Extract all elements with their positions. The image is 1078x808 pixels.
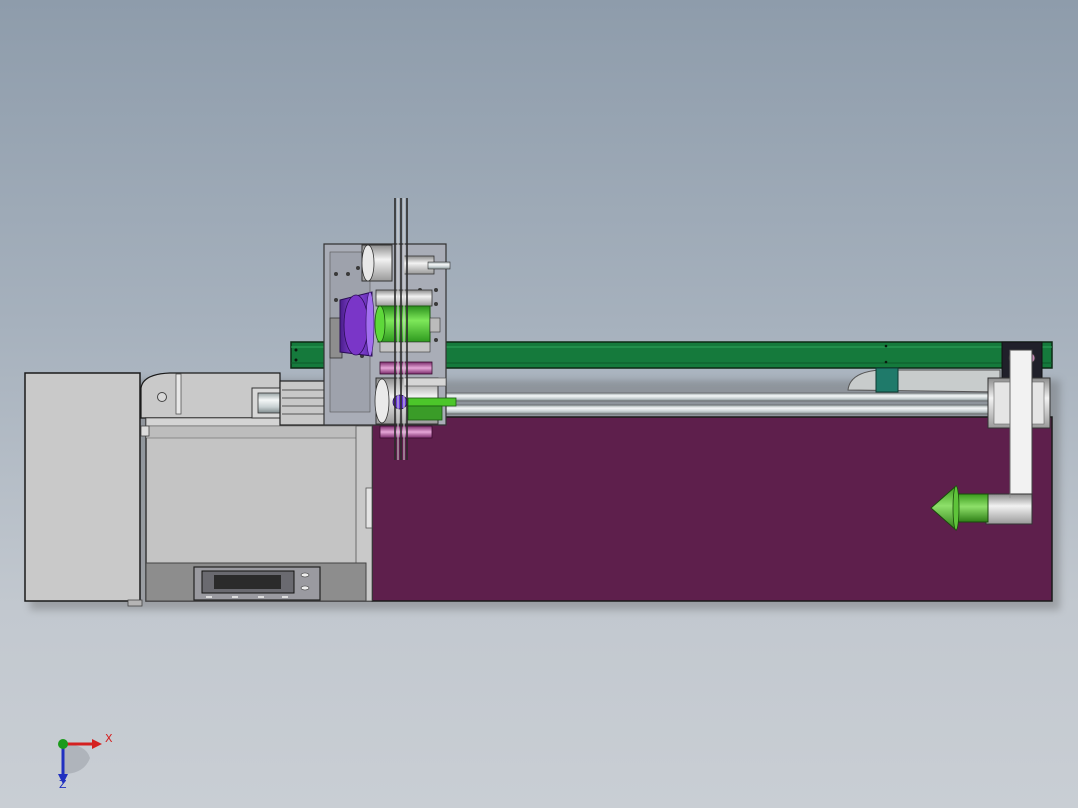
machine-model[interactable] [0, 0, 1078, 808]
axis-z-label: Z [59, 778, 67, 791]
orientation-triad[interactable]: X Y Z [44, 726, 124, 796]
rail-support [847, 367, 1001, 393]
axis-x-label: X [105, 732, 113, 745]
cad-viewport[interactable]: X Y Z [0, 0, 1078, 808]
display-panel[interactable] [193, 566, 321, 601]
control-cabinet[interactable] [24, 372, 143, 607]
